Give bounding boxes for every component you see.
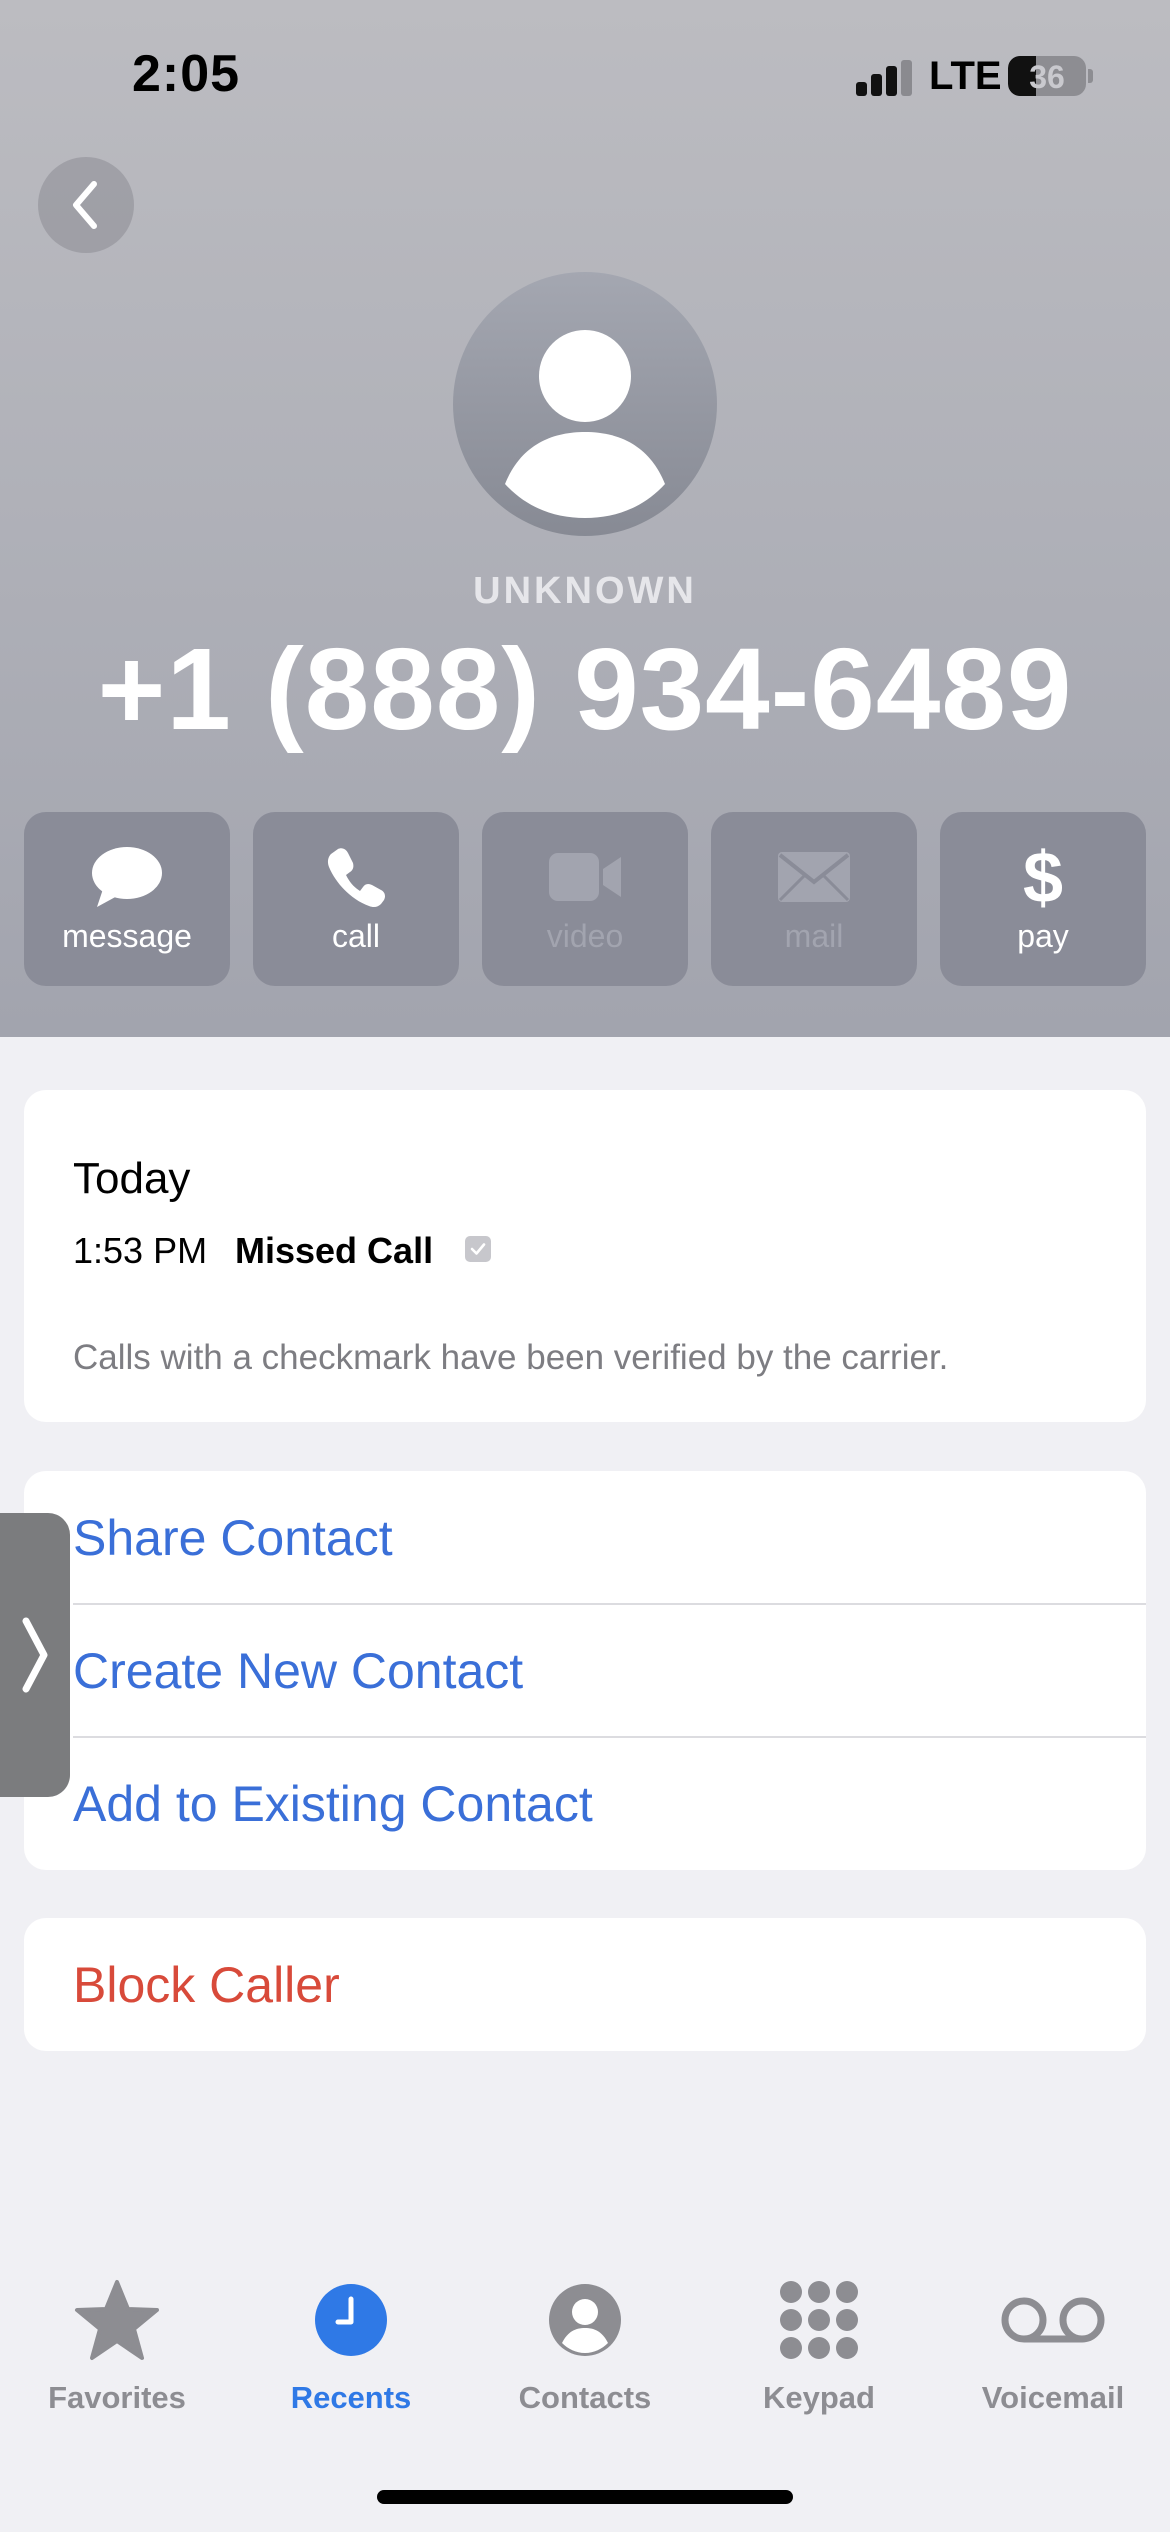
back-button[interactable] [38,157,134,253]
tab-contacts[interactable]: Contacts [468,2262,702,2462]
person-circle-icon [549,2284,621,2356]
envelope-icon [778,852,850,902]
video-label: video [546,918,624,954]
mail-button[interactable]: mail [711,812,917,986]
voicemail-icon [1001,2297,1105,2343]
call-type: Missed Call [235,1230,434,1271]
verified-checkmark-icon [465,1236,491,1262]
star-icon [75,2280,159,2360]
add-to-existing-contact-button[interactable]: Add to Existing Contact [24,1737,1146,1870]
tab-voicemail[interactable]: Voicemail [936,2262,1170,2462]
caller-label: UNKNOWN [473,570,697,612]
dollar-icon: $ [1023,840,1063,914]
message-label: message [62,918,192,954]
block-caller-card: Block Caller [24,1918,1146,2051]
block-caller-button[interactable]: Block Caller [24,1918,1146,2051]
call-label: call [331,918,380,954]
tab-keypad[interactable]: Keypad [702,2262,936,2462]
chevron-left-icon [73,181,97,229]
history-day: Today [73,1154,191,1203]
pay-button[interactable]: $ pay [940,812,1146,986]
status-bar: 2:05 LTE 36 [0,0,1170,150]
status-time: 2:05 [132,45,241,103]
avatar [453,272,717,536]
call-time: 1:53 PM [73,1230,208,1271]
verification-note: Calls with a checkmark have been verifie… [73,1338,949,1377]
video-camera-icon [549,853,621,901]
phone-icon [327,848,385,908]
svg-text:$: $ [1023,840,1063,914]
share-contact-button[interactable]: Share Contact [24,1471,1146,1604]
tab-recents[interactable]: Recents [234,2262,468,2462]
network-type: LTE [929,54,1002,98]
video-button[interactable]: video [482,812,688,986]
tab-voicemail-label: Voicemail [981,2380,1125,2415]
tab-contacts-label: Contacts [518,2380,652,2415]
clock-icon [315,2284,387,2356]
keypad-grid-icon [780,2281,858,2359]
call-history-card: Today 1:53 PM Missed Call Calls with a c… [24,1090,1146,1422]
tab-keypad-label: Keypad [763,2380,875,2415]
quick-actions: message call video mail $ pay [24,812,1146,986]
mail-label: mail [784,918,844,954]
caller-phone-number: +1 (888) 934-6489 [97,624,1073,754]
message-button[interactable]: message [24,812,230,986]
contact-header: 2:05 LTE 36 UNKNOWN +1 (888) 934-6489 me… [0,0,1170,1037]
signal-strength-icon [856,60,916,96]
battery-percentage: 36 [1029,59,1065,95]
battery-cap [1088,69,1093,83]
chevron-right-icon [22,1617,48,1693]
tab-recents-label: Recents [290,2380,412,2415]
battery-icon: 36 [1008,56,1086,96]
create-new-contact-button[interactable]: Create New Contact [24,1604,1146,1737]
side-drawer-handle[interactable] [0,1513,70,1797]
tab-favorites-label: Favorites [48,2380,186,2415]
tab-favorites[interactable]: Favorites [0,2262,234,2462]
home-indicator[interactable] [377,2490,793,2504]
contact-actions-card: Share Contact Create New Contact Add to … [24,1471,1146,1870]
message-bubble-icon [92,847,162,907]
person-silhouette-icon [505,330,665,518]
call-button[interactable]: call [253,812,459,986]
pay-label: pay [1017,918,1069,954]
